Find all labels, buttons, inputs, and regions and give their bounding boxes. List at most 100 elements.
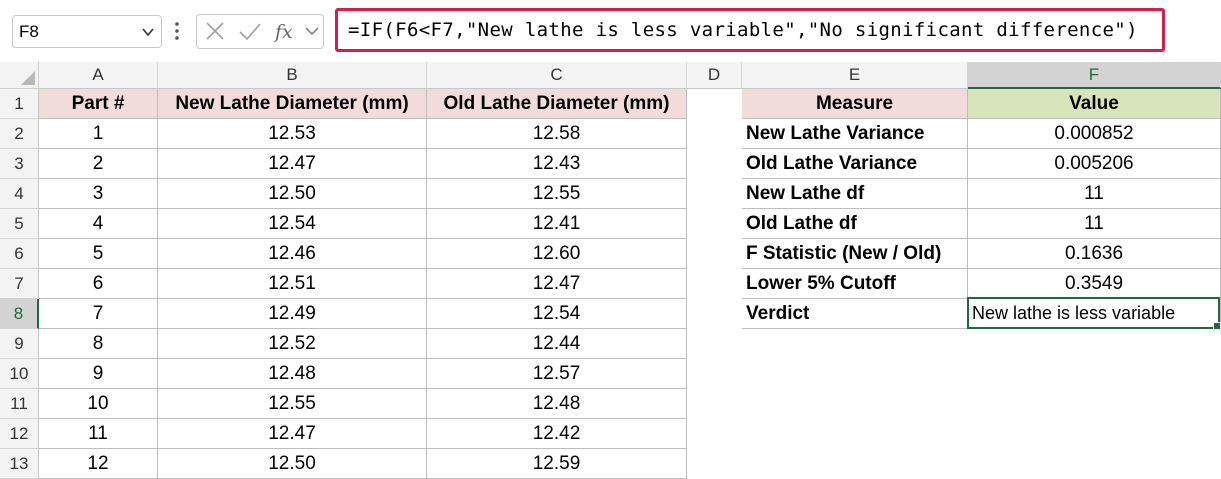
cell-c10[interactable]: 12.57 [427,359,687,389]
row-header-10[interactable]: 10 [0,359,39,389]
column-header-e[interactable]: E [742,62,968,89]
column-header-d[interactable]: D [687,62,742,89]
row-label: 5 [14,214,24,233]
chevron-down-icon[interactable] [141,25,155,39]
cell-e2[interactable]: New Lathe Variance [742,119,968,149]
row-header-12[interactable]: 12 [0,419,39,449]
column-header-c[interactable]: C [427,62,687,89]
row-label: 11 [10,394,28,413]
column-label: C [550,65,563,84]
cell-b7[interactable]: 12.51 [158,269,427,299]
expand-chevron-icon[interactable] [304,15,320,48]
cell-c2[interactable]: 12.58 [427,119,687,149]
cell-f2[interactable]: 0.000852 [968,119,1221,149]
cell-e1[interactable]: Measure [742,89,968,119]
row-header-7[interactable]: 7 [0,269,39,299]
select-all-triangle-icon [21,71,35,85]
cell-a1[interactable]: Part # [39,89,158,119]
cell-c6[interactable]: 12.60 [427,239,687,269]
row-label: 2 [14,124,24,143]
cell-c11[interactable]: 12.48 [427,389,687,419]
row-header-11[interactable]: 11 [0,389,39,419]
column-header-b[interactable]: B [158,62,427,89]
row-label: 1 [14,94,24,113]
cell-e6[interactable]: F Statistic (New / Old) [742,239,968,269]
row-label: 8 [13,304,24,323]
cell-f1[interactable]: Value [968,89,1221,119]
cell-f7[interactable]: 0.3549 [968,269,1221,299]
more-options-icon[interactable] [172,20,182,42]
cell-c3[interactable]: 12.43 [427,149,687,179]
column-label: A [92,65,104,84]
cell-c9[interactable]: 12.44 [427,329,687,359]
column-label: E [848,65,861,84]
cell-f4[interactable]: 11 [968,179,1221,209]
row-label: 6 [14,244,24,263]
cell-a6[interactable]: 5 [39,239,158,269]
cell-a10[interactable]: 9 [39,359,158,389]
row-header-6[interactable]: 6 [0,239,39,269]
column-header-a[interactable]: A [39,62,158,89]
cell-e5[interactable]: Old Lathe df [742,209,968,239]
row-label: 10 [9,364,29,383]
cell-c5[interactable]: 12.41 [427,209,687,239]
cell-a4[interactable]: 3 [39,179,158,209]
cell-e4[interactable]: New Lathe df [742,179,968,209]
cell-b5[interactable]: 12.54 [158,209,427,239]
cell-e8[interactable]: Verdict [742,299,968,329]
cell-c8[interactable]: 12.54 [427,299,687,329]
cancel-icon[interactable] [203,15,227,48]
cell-b11[interactable]: 12.55 [158,389,427,419]
formula-bar-area: F8 fx =IF(F6<F7,"New lathe is less varia… [0,0,1221,62]
formula-input[interactable]: =IF(F6<F7,"New lathe is less variable","… [335,8,1165,52]
cell-a8[interactable]: 7 [39,299,158,329]
cell-b1[interactable]: New Lathe Diameter (mm) [158,89,427,119]
cell-a12[interactable]: 11 [39,419,158,449]
row-label: 9 [14,334,24,353]
cell-b4[interactable]: 12.50 [158,179,427,209]
cell-b3[interactable]: 12.47 [158,149,427,179]
enter-check-icon[interactable] [237,15,263,48]
column-label: F [1088,65,1100,84]
row-header-9[interactable]: 9 [0,329,39,359]
cell-b10[interactable]: 12.48 [158,359,427,389]
row-header-1[interactable]: 1 [0,89,39,119]
cell-b6[interactable]: 12.46 [158,239,427,269]
cell-c7[interactable]: 12.47 [427,269,687,299]
cell-f3[interactable]: 0.005206 [968,149,1221,179]
cell-b12[interactable]: 12.47 [158,419,427,449]
cell-a2[interactable]: 1 [39,119,158,149]
cell-a5[interactable]: 4 [39,209,158,239]
cell-b8[interactable]: 12.49 [158,299,427,329]
row-header-5[interactable]: 5 [0,209,39,239]
cell-a11[interactable]: 10 [39,389,158,419]
cell-c4[interactable]: 12.55 [427,179,687,209]
row-label: 3 [14,154,24,173]
row-label: 13 [9,454,29,473]
cell-e3[interactable]: Old Lathe Variance [742,149,968,179]
select-all-corner[interactable] [0,62,39,89]
cell-b2[interactable]: 12.53 [158,119,427,149]
cell-a9[interactable]: 8 [39,329,158,359]
row-label: 12 [9,424,29,443]
row-header-3[interactable]: 3 [0,149,39,179]
row-label: 7 [14,274,24,293]
row-header-4[interactable]: 4 [0,179,39,209]
cell-a7[interactable]: 6 [39,269,158,299]
row-header-8[interactable]: 8 [0,299,39,329]
cell-f5[interactable]: 11 [968,209,1221,239]
name-box[interactable]: F8 [12,15,162,48]
cell-f6[interactable]: 0.1636 [968,239,1221,269]
column-label: D [707,65,721,84]
insert-function-icon[interactable]: fx [273,15,301,48]
cell-f8[interactable]: New lathe is less variable [968,299,1221,329]
cell-e7[interactable]: Lower 5% Cutoff [742,269,968,299]
fill-handle[interactable] [1213,322,1221,330]
cell-a3[interactable]: 2 [39,149,158,179]
cell-c1[interactable]: Old Lathe Diameter (mm) [427,89,687,119]
row-header-2[interactable]: 2 [0,119,39,149]
column-header-f[interactable]: F [968,62,1221,89]
fx-label: fx [273,21,293,43]
cell-b9[interactable]: 12.52 [158,329,427,359]
cell-c12[interactable]: 12.42 [427,419,687,449]
